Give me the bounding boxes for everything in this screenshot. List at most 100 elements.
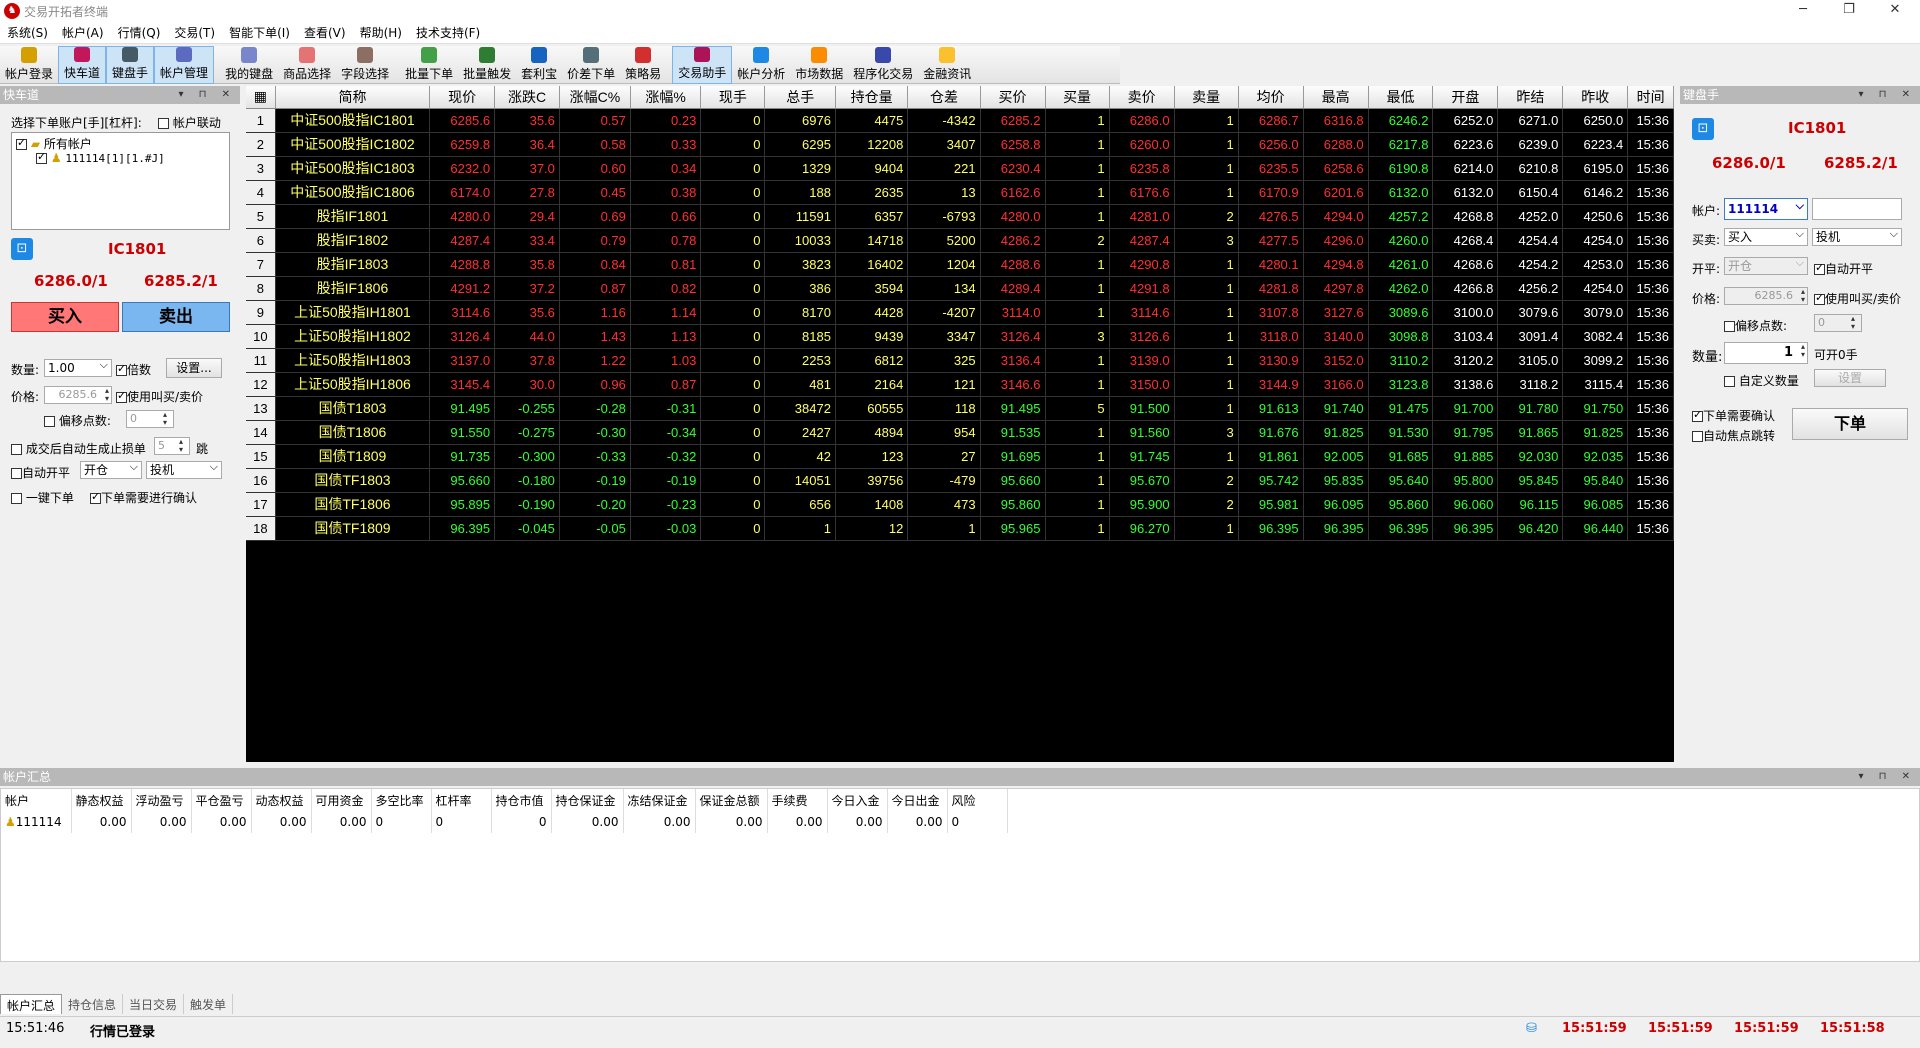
account-column-header[interactable]: 风险	[947, 789, 1008, 811]
tab-0[interactable]: 帐户汇总	[0, 994, 63, 1014]
account-column-header[interactable]: 动态权益	[251, 789, 312, 811]
table-row[interactable]: 16 国债TF1803 95.660 -0.180 -0.19 -0.19 0 14051 39…	[246, 468, 1674, 493]
panel-controls-icon[interactable]: ▾ ⊓ ✕	[1858, 86, 1916, 104]
account-column-header[interactable]: 杠杆率	[431, 789, 492, 811]
menu-item-7[interactable]: 技术支持(F)	[409, 24, 487, 41]
account-column-header[interactable]: 冻结保证金	[623, 789, 696, 811]
toolbar-button-8[interactable]: 批量触发	[458, 46, 516, 84]
table-row[interactable]: 6 股指IF1802 4287.4 33.4 0.79 0.78 0 10033 14718 52…	[246, 228, 1674, 253]
column-header[interactable]: 仓差	[907, 86, 981, 109]
table-row[interactable]: ♟111114 0.00 0.00 0.00 0.00 0.00 0 0 0 0.00 0.00 0.…	[1, 811, 1008, 833]
menu-item-4[interactable]: 智能下单(I)	[222, 24, 297, 41]
offset-checkbox[interactable]: 偏移点数:	[1724, 317, 1787, 334]
toolbar-button-9[interactable]: 套利宝	[516, 46, 562, 84]
maximize-button[interactable]: ❐	[1826, 0, 1872, 22]
price-input[interactable]: 6285.6	[44, 386, 112, 404]
table-row[interactable]: 9 上证50股指IH1801 3114.6 35.6 1.16 1.14 0 8170 4428…	[246, 300, 1674, 325]
tab-2[interactable]: 当日交易	[123, 994, 185, 1014]
account-column-header[interactable]: 手续费	[767, 789, 828, 811]
onekey-checkbox[interactable]: 一键下单	[11, 489, 74, 506]
column-header[interactable]: 均价	[1238, 86, 1304, 109]
table-row[interactable]: 14 国债T1806 91.550 -0.275 -0.30 -0.34 0 2427 4894…	[246, 420, 1674, 445]
account-column-header[interactable]: 持仓保证金	[551, 789, 624, 811]
multiple-checkbox[interactable]: 倍数	[116, 361, 151, 378]
auto-stop-input[interactable]: 5	[154, 437, 190, 455]
account-column-header[interactable]: 浮动盈亏	[131, 789, 192, 811]
toolbar-button-1[interactable]: 快车道	[58, 46, 107, 84]
table-row[interactable]: 18 国债TF1809 96.395 -0.045 -0.05 -0.03 0 1 12 1 95.…	[246, 516, 1674, 541]
table-row[interactable]: 4 中证500股指IC1806 6174.0 27.8 0.45 0.38 0 188 2635…	[246, 180, 1674, 205]
hedge-select[interactable]: 投机	[146, 459, 222, 479]
toolbar-button-16[interactable]: 金融资讯	[918, 46, 976, 84]
set-button[interactable]: 设置	[1814, 369, 1886, 387]
menu-item-1[interactable]: 帐户(A)	[55, 24, 111, 41]
toolbar-button-11[interactable]: 策略易	[620, 46, 666, 84]
auto-focus-checkbox[interactable]: 自动焦点跳转	[1692, 427, 1775, 444]
column-header[interactable]: 开盘	[1432, 86, 1499, 109]
account-column-header[interactable]: 平仓盈亏	[191, 789, 252, 811]
toolbar-button-14[interactable]: 市场数据	[790, 46, 848, 84]
openclose-select[interactable]: 开仓	[1724, 255, 1808, 275]
custom-qty-checkbox[interactable]: 自定义数量	[1724, 372, 1799, 389]
side-select[interactable]: 买入	[1724, 226, 1808, 246]
toolbar-button-6[interactable]: 字段选择	[336, 46, 394, 84]
toolbar-button-5[interactable]: 商品选择	[278, 46, 336, 84]
column-header[interactable]: 买量	[1045, 86, 1110, 109]
column-header[interactable]: 总手	[764, 86, 836, 109]
column-header[interactable]: 昨收	[1562, 86, 1629, 109]
column-header[interactable]: 卖量	[1174, 86, 1239, 109]
quote-grid[interactable]: ▦ 简称 现价 涨跌C 涨幅C% 涨幅% 现手 总手 持仓量 仓差 买价 买量 卖价 卖量 均价 最高 最低 开盘…	[246, 86, 1674, 762]
account-column-header[interactable]: 帐户	[1, 789, 72, 811]
use-bidask-checkbox[interactable]: 使用叫买/卖价	[1814, 290, 1901, 307]
table-row[interactable]: 11 上证50股指IH1803 3137.0 37.8 1.22 1.03 0 2253 681…	[246, 348, 1674, 373]
minimize-button[interactable]: ─	[1780, 0, 1826, 22]
auto-open-checkbox[interactable]: 自动开平	[1814, 260, 1873, 277]
qty-input[interactable]: 1	[1724, 342, 1808, 364]
table-row[interactable]: 1 中证500股指IC1801 6285.6 35.6 0.57 0.23 0 6976 447…	[246, 108, 1674, 133]
panel-controls-icon[interactable]: ▾ ⊓ ✕	[178, 86, 236, 104]
close-button[interactable]: ✕	[1872, 0, 1918, 22]
auto-stop-checkbox[interactable]: 成交后自动生成止损单	[11, 440, 146, 457]
qty-select[interactable]: 1.00	[44, 357, 112, 377]
table-row[interactable]: 7 股指IF1803 4288.8 35.8 0.84 0.81 0 3823 16402 120…	[246, 252, 1674, 277]
table-row[interactable]: 10 上证50股指IH1802 3126.4 44.0 1.43 1.13 0 8185 943…	[246, 324, 1674, 349]
lock-icon[interactable]: ⊡	[11, 238, 33, 260]
column-header[interactable]: 持仓量	[835, 86, 909, 109]
buy-button[interactable]: 买入	[11, 302, 119, 332]
account-tree[interactable]: ▰ 所有帐户 ♟ 111114[1][1.#J]	[11, 132, 230, 230]
column-header[interactable]: 简称	[275, 86, 431, 109]
tree-root[interactable]: ▰ 所有帐户	[16, 135, 92, 152]
toolbar-button-7[interactable]: 批量下单	[400, 46, 458, 84]
table-row[interactable]: 13 国债T1803 91.495 -0.255 -0.28 -0.31 0 38472 605…	[246, 396, 1674, 421]
account-column-header[interactable]: 保证金总额	[695, 789, 768, 811]
tab-1[interactable]: 持仓信息	[62, 994, 124, 1014]
column-header[interactable]: 涨幅%	[630, 86, 702, 109]
table-row[interactable]: 5 股指IF1801 4280.0 29.4 0.69 0.66 0 11591 6357 -67…	[246, 204, 1674, 229]
account-column-header[interactable]: 今日出金	[887, 789, 948, 811]
use-bidask-checkbox[interactable]: 使用叫买/卖价	[116, 388, 203, 405]
corner-cell[interactable]: ▦	[246, 86, 276, 109]
account-column-header[interactable]: 静态权益	[71, 789, 132, 811]
toolbar-button-13[interactable]: 帐户分析	[732, 46, 790, 84]
price-input[interactable]: 6285.6	[1724, 287, 1808, 305]
toolbar-button-0[interactable]: 帐户登录	[0, 46, 58, 84]
column-header[interactable]: 现手	[700, 86, 766, 109]
column-header[interactable]: 最低	[1368, 86, 1434, 109]
menu-item-5[interactable]: 查看(V)	[297, 24, 353, 41]
column-header[interactable]: 买价	[980, 86, 1046, 109]
tree-child[interactable]: ♟ 111114[1][1.#J]	[36, 150, 165, 165]
confirm-checkbox[interactable]: 下单需要进行确认	[90, 489, 197, 506]
menu-item-6[interactable]: 帮助(H)	[353, 24, 409, 41]
offset-input[interactable]: 0	[1814, 314, 1862, 332]
tab-3[interactable]: 触发单	[184, 994, 234, 1014]
toolbar-button-10[interactable]: 价差下单	[562, 46, 620, 84]
offset-checkbox[interactable]: 偏移点数:	[44, 412, 111, 429]
table-row[interactable]: 15 国债T1809 91.735 -0.300 -0.33 -0.32 0 42 123 27 9…	[246, 444, 1674, 469]
order-button[interactable]: 下单	[1792, 408, 1908, 440]
menu-item-2[interactable]: 行情(Q)	[111, 24, 168, 41]
column-header[interactable]: 昨结	[1497, 86, 1564, 109]
account-column-header[interactable]: 多空比率	[371, 789, 432, 811]
account-column-header[interactable]: 可用资金	[311, 789, 372, 811]
open-select[interactable]: 开仓	[80, 459, 142, 479]
account-column-header[interactable]: 持仓市值	[491, 789, 552, 811]
